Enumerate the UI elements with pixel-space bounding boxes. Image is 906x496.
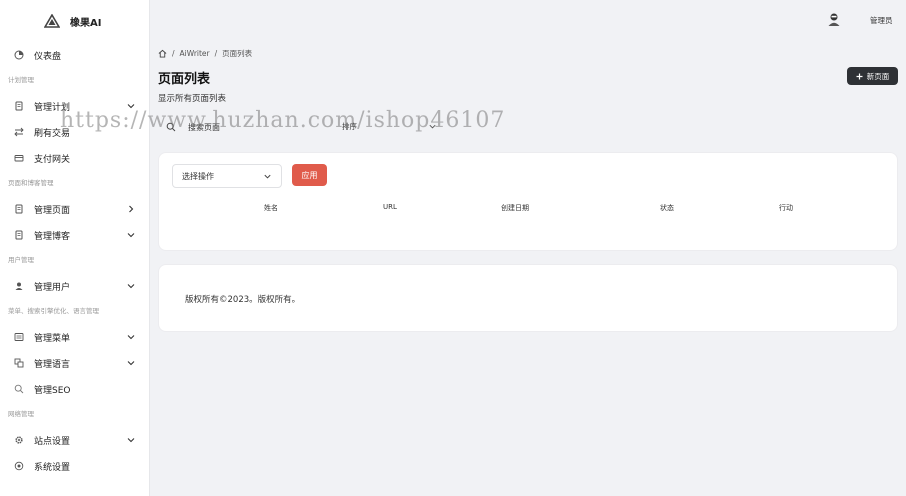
sidebar-item-label: 管理菜单 bbox=[34, 333, 71, 344]
chevron-down-icon bbox=[264, 174, 271, 179]
sidebar: 橡果AI 仪表盘计划管理管理计划刷有交易支付网关页面和博客管理管理页面管理博客用… bbox=[0, 0, 150, 496]
chevron-right-icon[interactable] bbox=[126, 204, 136, 214]
sidebar-item-label: 管理用户 bbox=[34, 282, 71, 293]
sidebar-item-label: 管理页面 bbox=[34, 205, 71, 216]
sidebar-item-label: 支付网关 bbox=[34, 154, 71, 165]
brand-name: 橡果AI bbox=[70, 17, 102, 29]
sidebar-item-label: 站点设置 bbox=[34, 436, 71, 447]
sidebar-section-heading: 计划管理 bbox=[8, 76, 34, 84]
page-subtitle: 显示所有页面列表 bbox=[158, 94, 227, 104]
new-page-label: 新页面 bbox=[866, 71, 890, 81]
sidebar-section-heading: 页面和博客管理 bbox=[8, 179, 54, 187]
chevron-down-icon[interactable] bbox=[126, 230, 136, 240]
sidebar-item-label: 管理SEO bbox=[34, 385, 71, 396]
column-header-created[interactable]: 创建日期 bbox=[501, 203, 529, 213]
breadcrumb-item-aiwriter[interactable]: AiWriter bbox=[180, 49, 210, 58]
chevron-down-icon[interactable] bbox=[126, 101, 136, 111]
page-title: 页面列表 bbox=[158, 72, 211, 87]
language-icon bbox=[14, 358, 24, 368]
sidebar-item-label: 管理博客 bbox=[34, 231, 71, 242]
sidebar-item[interactable]: 站点设置 bbox=[0, 427, 150, 453]
sidebar-item[interactable]: 刷有交易 bbox=[0, 119, 150, 145]
sidebar-item[interactable]: 管理博客 bbox=[0, 222, 150, 248]
bulk-action-label: 选择操作 bbox=[182, 171, 214, 181]
document-icon bbox=[14, 101, 24, 111]
sidebar-item-label: 刷有交易 bbox=[34, 128, 71, 139]
bulk-action-select[interactable]: 选择操作 bbox=[172, 164, 282, 188]
sidebar-item-label: 系统设置 bbox=[34, 462, 71, 473]
column-header-action[interactable]: 行动 bbox=[779, 203, 793, 213]
pages-table-card: 选择操作 应用 姓名 URL 创建日期 状态 行动 bbox=[158, 152, 898, 251]
new-page-button[interactable]: 新页面 bbox=[847, 67, 898, 85]
breadcrumb-separator: / bbox=[214, 49, 218, 58]
chevron-down-icon[interactable] bbox=[126, 358, 136, 368]
system-icon bbox=[14, 461, 24, 471]
home-icon[interactable] bbox=[158, 49, 167, 58]
footer-card: 版权所有©2023。版权所有。 bbox=[158, 264, 898, 332]
logo-icon bbox=[44, 14, 60, 28]
sidebar-item[interactable]: 管理计划 bbox=[0, 93, 150, 119]
admin-name[interactable]: 管理员 bbox=[870, 15, 893, 26]
document-icon bbox=[14, 230, 24, 240]
dashboard-icon bbox=[14, 50, 24, 60]
document-icon bbox=[14, 204, 24, 214]
search-input[interactable] bbox=[188, 118, 338, 136]
sort-select[interactable]: 排序 bbox=[342, 121, 357, 132]
sidebar-item-label: 管理语言 bbox=[34, 359, 71, 370]
gear-icon bbox=[14, 435, 24, 445]
chevron-down-icon[interactable] bbox=[428, 122, 437, 131]
transactions-icon bbox=[14, 127, 24, 137]
sidebar-item-label: 仪表盘 bbox=[34, 51, 62, 62]
search-icon bbox=[14, 384, 24, 394]
breadcrumb: / AiWriter / 页面列表 bbox=[158, 48, 252, 59]
sidebar-item[interactable]: 管理页面 bbox=[0, 196, 150, 222]
sidebar-item-label: 管理计划 bbox=[34, 102, 71, 113]
sidebar-item[interactable]: 支付网关 bbox=[0, 145, 150, 171]
sidebar-item[interactable]: 仪表盘 bbox=[0, 42, 150, 68]
sidebar-section-heading: 菜单、搜索引擎优化、语言管理 bbox=[8, 307, 99, 315]
sidebar-nav: 仪表盘计划管理管理计划刷有交易支付网关页面和博客管理管理页面管理博客用户管理管理… bbox=[0, 42, 150, 479]
filter-bar: 排序 bbox=[158, 116, 448, 138]
sidebar-item[interactable]: 管理语言 bbox=[0, 350, 150, 376]
topbar: 管理员 bbox=[150, 0, 906, 40]
sidebar-item[interactable]: 管理SEO bbox=[0, 376, 150, 402]
sidebar-section-heading: 网络管理 bbox=[8, 410, 34, 418]
column-header-status[interactable]: 状态 bbox=[660, 203, 674, 213]
breadcrumb-separator: / bbox=[172, 49, 175, 58]
copyright-text: 版权所有©2023。版权所有。 bbox=[185, 295, 301, 305]
chevron-down-icon[interactable] bbox=[126, 281, 136, 291]
sidebar-item[interactable]: 管理用户 bbox=[0, 273, 150, 299]
column-header-url[interactable]: URL bbox=[383, 203, 397, 211]
apply-button[interactable]: 应用 bbox=[292, 164, 327, 186]
chevron-down-icon[interactable] bbox=[126, 435, 136, 445]
sidebar-item[interactable]: 管理菜单 bbox=[0, 324, 150, 350]
sidebar-section-heading: 用户管理 bbox=[8, 256, 34, 264]
breadcrumb-item-current: 页面列表 bbox=[222, 49, 253, 58]
menu-icon bbox=[14, 332, 24, 342]
sidebar-item[interactable]: 系统设置 bbox=[0, 453, 150, 479]
brand[interactable]: 橡果AI bbox=[0, 0, 149, 42]
avatar[interactable] bbox=[826, 11, 842, 27]
chevron-down-icon[interactable] bbox=[126, 332, 136, 342]
search-icon bbox=[166, 122, 176, 132]
column-header-name[interactable]: 姓名 bbox=[264, 203, 278, 213]
card-icon bbox=[14, 153, 24, 163]
user-icon bbox=[14, 281, 24, 291]
plus-icon bbox=[856, 73, 863, 79]
